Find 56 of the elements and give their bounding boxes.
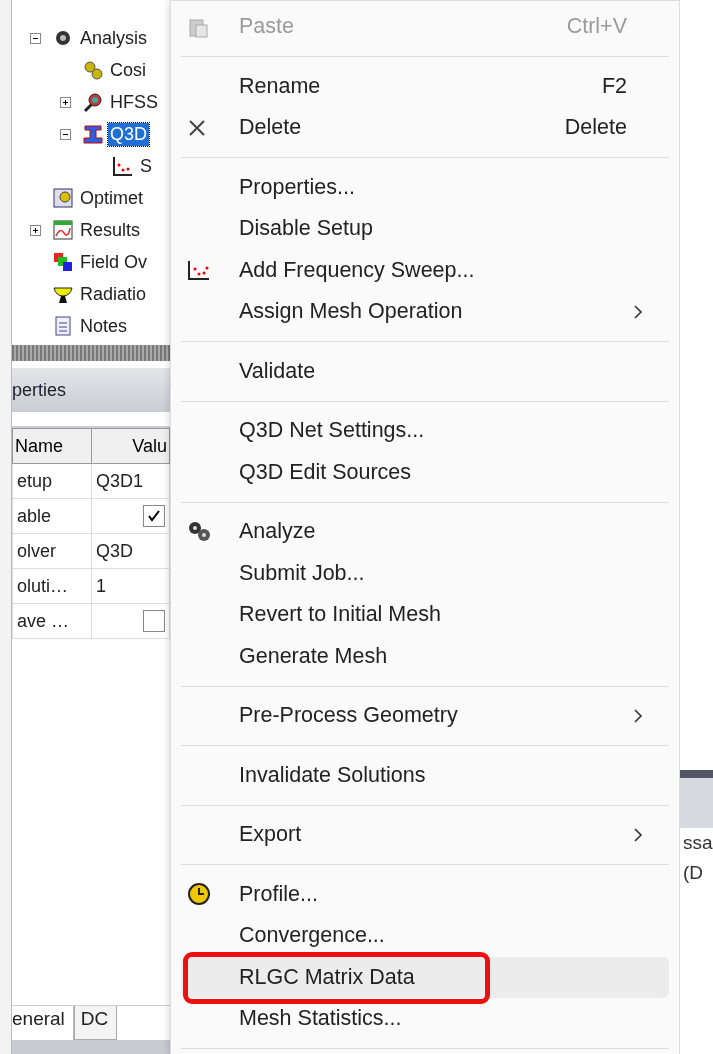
menu-item[interactable]: Properties... — [181, 166, 669, 208]
tree-item[interactable]: S — [138, 154, 154, 178]
tree-item[interactable]: Field Ov — [78, 250, 150, 274]
menu-item[interactable]: Add Frequency Sweep... — [181, 249, 669, 291]
table-cell: able — [12, 498, 92, 534]
tree-item[interactable]: HFSS — [108, 90, 160, 114]
table-cell: oluti… — [12, 568, 92, 604]
column-header: Name — [12, 428, 92, 464]
text-line: ssa — [682, 831, 713, 855]
tree-item[interactable]: Optimet — [78, 186, 146, 210]
gear-icon — [187, 519, 213, 544]
expander-icon[interactable] — [30, 224, 41, 236]
tree-item[interactable]: Radiatio — [78, 282, 149, 306]
menu-item[interactable]: Assign Mesh Operation — [181, 291, 669, 333]
menu-item[interactable]: Rename F2 — [181, 65, 669, 107]
menu-item[interactable]: RLGC Matrix Data — [181, 956, 669, 998]
menu-item[interactable]: Generate Mesh — [181, 635, 669, 677]
table-cell: etup — [12, 463, 92, 499]
expander-icon[interactable] — [60, 96, 71, 108]
menu-item[interactable]: Export — [181, 814, 669, 856]
checkmark-icon — [147, 509, 161, 524]
menu-item[interactable]: Invalidate Solutions — [181, 754, 669, 796]
tree-item[interactable]: Cosi — [108, 58, 148, 82]
menu-item[interactable]: Profile... — [181, 873, 669, 915]
menu-item[interactable]: Mesh Statistics... — [181, 998, 669, 1040]
menu-item[interactable]: Submit Job... — [181, 552, 669, 594]
tree-item[interactable]: Notes — [78, 314, 130, 338]
menu-item[interactable]: Pre-Process Geometry — [181, 695, 669, 737]
close-icon — [187, 117, 207, 138]
menu-item[interactable]: Delete Delete — [181, 107, 669, 149]
expander-icon[interactable] — [30, 32, 41, 44]
table-cell: 1 — [91, 568, 170, 604]
panel-header — [680, 770, 713, 828]
tab[interactable]: DC — [73, 1006, 118, 1040]
menu-item[interactable]: Convergence... — [181, 915, 669, 957]
menu-item[interactable]: Revert to Initial Mesh — [181, 594, 669, 636]
text-line: (D — [682, 861, 705, 885]
tree-item[interactable]: Analysis — [78, 26, 150, 50]
panel-title: perties — [12, 379, 67, 401]
expander-icon[interactable] — [60, 128, 71, 140]
checkbox[interactable] — [143, 610, 165, 633]
menu-item[interactable]: Validate — [181, 350, 669, 392]
column-header: Valu — [91, 428, 170, 464]
menu-item[interactable]: Disable Setup — [181, 208, 669, 250]
table-cell: Q3D — [91, 533, 170, 569]
clock-icon — [187, 882, 211, 907]
table-cell: olver — [12, 533, 92, 569]
table-cell: ave … — [12, 603, 92, 639]
menu-item[interactable]: Analyze — [181, 511, 669, 553]
menu-item[interactable]: Q3D Net Settings... — [181, 410, 669, 452]
menu-item[interactable]: Q3D Edit Sources — [181, 451, 669, 493]
tree-item[interactable]: Results — [78, 218, 143, 242]
tree-item[interactable]: Q3D — [108, 122, 149, 146]
checkbox[interactable] — [143, 505, 165, 528]
chart-icon — [187, 259, 211, 282]
table-cell: Q3D1 — [91, 463, 170, 499]
